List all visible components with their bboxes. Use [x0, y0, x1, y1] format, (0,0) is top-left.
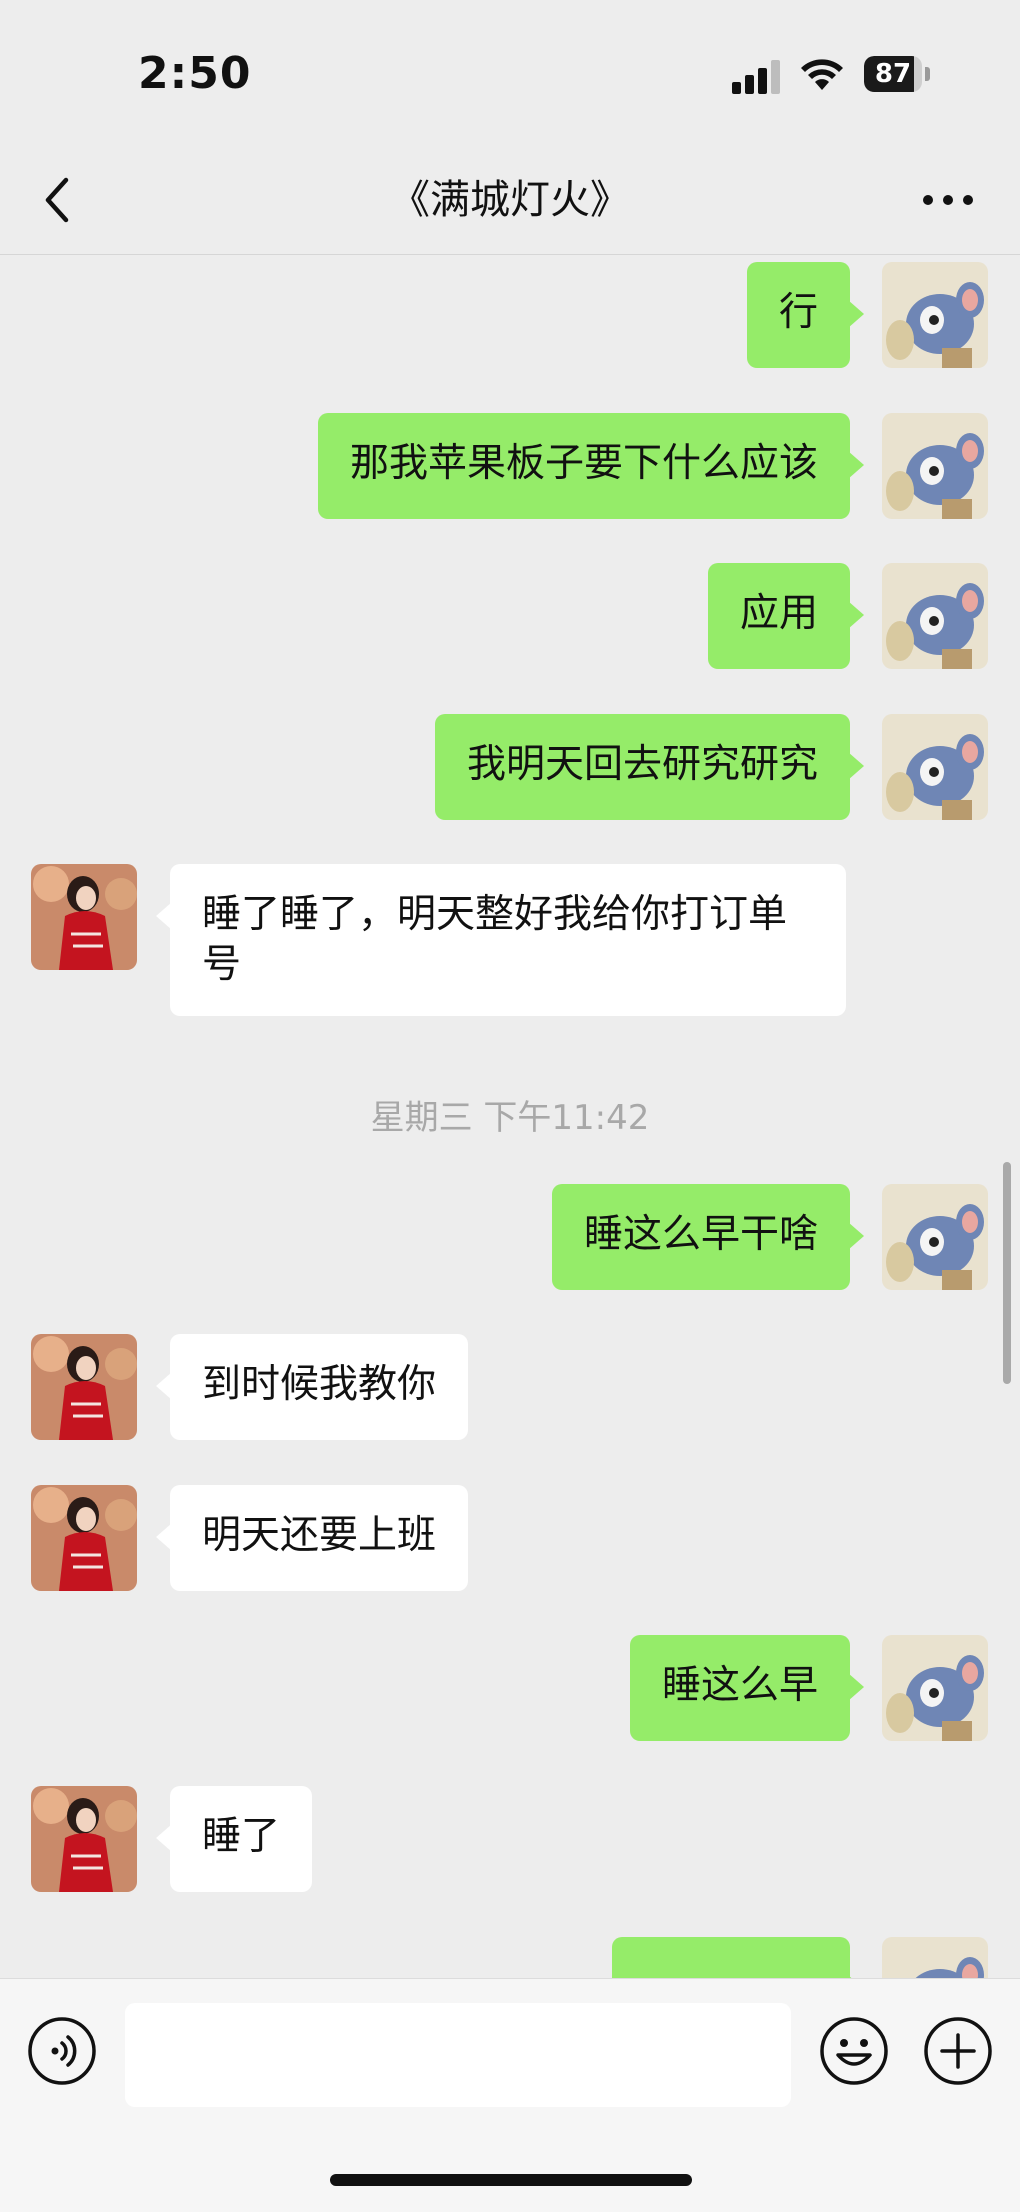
emoji-icon[interactable] [818, 2015, 890, 2087]
scrollbar[interactable] [1003, 1162, 1011, 1384]
message-input[interactable] [125, 2003, 791, 2107]
contact-avatar[interactable] [31, 1485, 137, 1591]
status-time: 2:50 [138, 48, 252, 99]
contact-avatar[interactable] [31, 864, 137, 970]
chat-title: 《满城灯火》 [390, 177, 630, 223]
message-bubble[interactable] [612, 1937, 864, 1978]
message-bubble[interactable]: 那我苹果板子要下什么应该 [317, 413, 865, 519]
message-bubble[interactable]: 应用 [707, 563, 865, 669]
my-avatar[interactable] [882, 1937, 988, 1978]
cellular-signal-icon [732, 60, 780, 94]
my-avatar[interactable] [882, 413, 988, 519]
voice-icon[interactable] [26, 2015, 98, 2087]
home-indicator[interactable] [330, 2174, 692, 2186]
battery-icon: 87 [864, 56, 932, 92]
my-avatar[interactable] [882, 563, 988, 669]
chat-header: 《满城灯火》 [0, 150, 1020, 255]
my-avatar[interactable] [882, 1635, 988, 1741]
battery-level: 87 [874, 59, 912, 89]
message-bubble[interactable]: 睡这么早 [629, 1635, 865, 1741]
plus-icon[interactable] [922, 2015, 994, 2087]
message-bubble[interactable]: 我明天回去研究研究 [434, 714, 865, 820]
more-dots-icon[interactable] [920, 180, 976, 220]
input-bar [0, 1978, 1020, 2212]
contact-avatar[interactable] [31, 1334, 137, 1440]
message-bubble[interactable]: 到时候我教你 [155, 1334, 469, 1440]
my-avatar[interactable] [882, 714, 988, 820]
my-avatar[interactable] [882, 1184, 988, 1290]
message-bubble[interactable]: 行 [746, 262, 865, 368]
wifi-icon [801, 59, 843, 90]
message-bubble[interactable]: 睡了睡了，明天整好我给你打订单号 [156, 864, 846, 1016]
my-avatar[interactable] [882, 262, 988, 368]
message-bubble[interactable]: 睡这么早干啥 [551, 1184, 865, 1290]
message-timestamp: 星期三 下午11:42 [370, 1098, 650, 1138]
message-outgoing-partial [0, 1937, 1020, 1978]
status-bar: 2:50 87 [0, 0, 1020, 150]
message-bubble[interactable]: 明天还要上班 [155, 1485, 469, 1591]
message-bubble[interactable]: 睡了 [155, 1786, 313, 1892]
contact-avatar[interactable] [31, 1786, 137, 1892]
